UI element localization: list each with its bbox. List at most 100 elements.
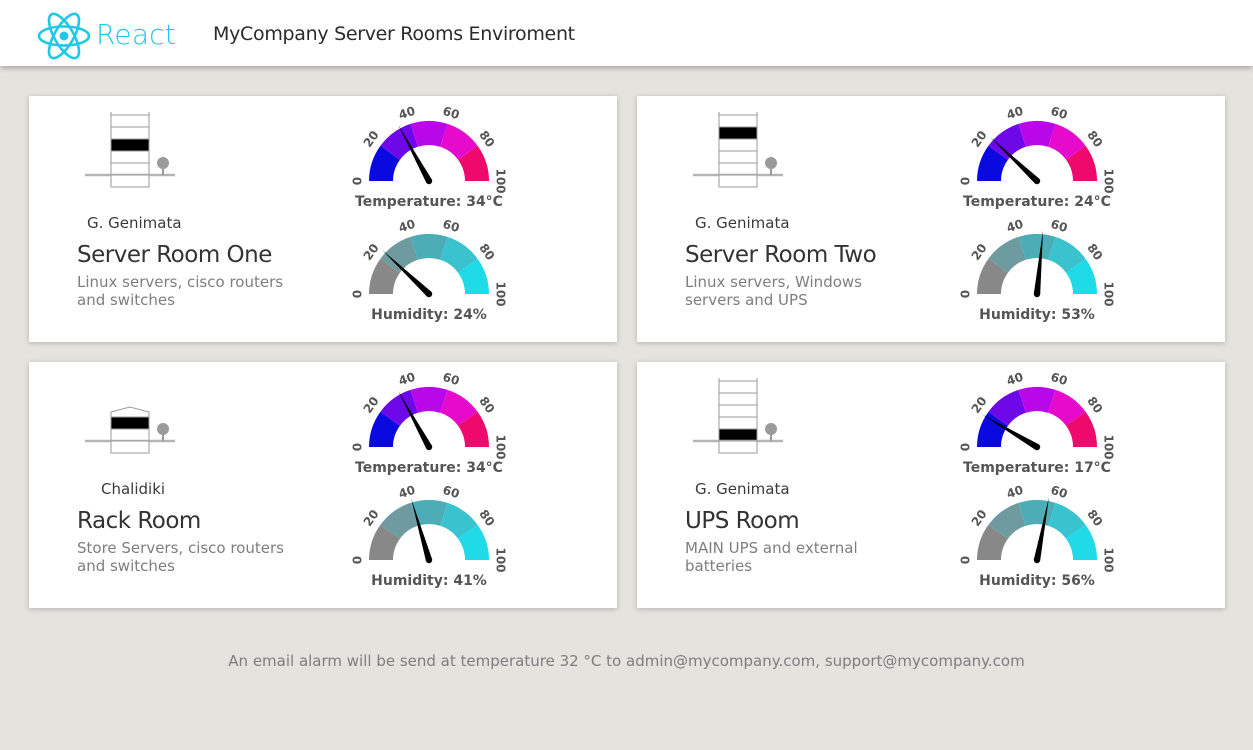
room-name: UPS Room [685, 508, 800, 534]
building-floor [110, 162, 150, 176]
building-floor [718, 138, 758, 152]
gauge-tick-label: 40 [397, 370, 417, 388]
gauge-tick-label: 0 [959, 443, 973, 451]
tree-icon [765, 423, 777, 435]
top-bar: React MyCompany Server Rooms Enviroment [0, 0, 1253, 66]
gauge-tick-label: 0 [351, 556, 365, 564]
room-location: Chalidiki [101, 480, 166, 498]
gauge-tick-label: 0 [959, 290, 973, 298]
gauge-tick-label: 60 [441, 483, 461, 501]
gauge-tick-label: 0 [351, 443, 365, 451]
gauge-tick-label: 20 [361, 128, 382, 150]
building-floor-highlighted [110, 416, 150, 430]
building-floor [718, 416, 758, 430]
gauge-tick-label: 40 [397, 104, 417, 122]
building-basement [718, 440, 758, 454]
humidity-gauge: 0 20 40 60 80 100 Humidity: 53% [957, 214, 1117, 326]
temperature-gauge: 0 20 40 60 80 100 Temperature: 34°C [349, 101, 509, 213]
temperature-gauge: 0 20 40 60 80 100 Temperature: 17°C [957, 367, 1117, 479]
room-location: G. Genimata [695, 214, 790, 232]
react-atom-icon[interactable] [37, 12, 91, 60]
room-card-ups-room: G. Genimata UPS Room MAIN UPS and extern… [637, 362, 1225, 608]
room-card-rack-room: Chalidiki Rack Room Store Servers, cisco… [29, 362, 617, 608]
gauge-tick-label: 20 [361, 507, 382, 529]
gauge-needle-hub [1033, 290, 1041, 298]
gauge-tick-label: 60 [441, 217, 461, 235]
room-location: G. Genimata [87, 214, 182, 232]
room-name: Server Room Two [685, 242, 877, 268]
building-basement [110, 440, 150, 454]
gauge-tick-label: 100 [1102, 281, 1116, 306]
gauge-tick-label: 20 [361, 394, 382, 416]
building-floor-highlighted [110, 138, 150, 152]
tree-icon [765, 157, 777, 169]
gauge-tick-label: 100 [494, 168, 508, 193]
gauge-tick-label: 20 [361, 241, 382, 263]
room-name: Rack Room [77, 508, 201, 534]
gauge-tick-label: 80 [1084, 507, 1105, 529]
gauge-needle-hub [1033, 443, 1041, 451]
gauge-needle-hub [1033, 556, 1041, 564]
building-floor [718, 380, 758, 394]
building-floor-icon [85, 112, 175, 188]
page-title: MyCompany Server Rooms Enviroment [213, 23, 575, 45]
gauge-tick-label: 100 [494, 547, 508, 572]
humidity-label: Humidity: 53% [979, 307, 1095, 323]
gauge-tick-label: 60 [1049, 104, 1069, 122]
gauge-needle-hub [425, 290, 433, 298]
gauge-tick-label: 60 [441, 370, 461, 388]
building-floor-icon [85, 406, 175, 454]
gauge-tick-label: 20 [969, 241, 990, 263]
building-floor-highlighted [718, 126, 758, 140]
logo-text[interactable]: React [96, 18, 176, 51]
temperature-gauge: 0 20 40 60 80 100 Temperature: 34°C [349, 367, 509, 479]
gauge-needle-hub [425, 443, 433, 451]
gauge-tick-label: 100 [1102, 547, 1116, 572]
gauge-tick-label: 60 [441, 104, 461, 122]
room-description: Linux servers, cisco routers and switche… [77, 273, 284, 309]
building-roof [110, 406, 150, 417]
room-description: Store Servers, cisco routers and switche… [77, 539, 284, 575]
gauge-tick-label: 60 [1049, 370, 1069, 388]
temperature-gauge: 0 20 40 60 80 100 Temperature: 24°C [957, 101, 1117, 213]
gauge-tick-label: 40 [1005, 104, 1025, 122]
humidity-label: Humidity: 56% [979, 573, 1095, 589]
building-floor [718, 150, 758, 164]
gauge-tick-label: 100 [494, 434, 508, 459]
gauge-tick-label: 0 [351, 177, 365, 185]
gauge-tick-label: 80 [476, 128, 497, 150]
humidity-gauge: 0 20 40 60 80 100 Humidity: 24% [349, 214, 509, 326]
building-floor [718, 392, 758, 406]
gauge-tick-label: 0 [959, 556, 973, 564]
building-floor [110, 428, 150, 442]
building-floor [110, 150, 150, 164]
gauge-tick-label: 80 [1084, 128, 1105, 150]
gauge-tick-label: 0 [351, 290, 365, 298]
gauge-tick-label: 40 [1005, 370, 1025, 388]
gauge-tick-label: 100 [494, 281, 508, 306]
gauge-needle-hub [425, 177, 433, 185]
gauge-needle-hub [1033, 177, 1041, 185]
room-card-server-room-one: G. Genimata Server Room One Linux server… [29, 96, 617, 342]
humidity-label: Humidity: 41% [371, 573, 487, 589]
gauge-tick-label: 80 [476, 241, 497, 263]
building-floor [718, 114, 758, 128]
gauge-tick-label: 40 [397, 217, 417, 235]
temperature-label: Temperature: 34°C [355, 194, 503, 210]
alarm-note: An email alarm will be send at temperatu… [228, 652, 1025, 670]
gauge-tick-label: 40 [397, 483, 417, 501]
building-floor [110, 126, 150, 140]
room-name: Server Room One [77, 242, 272, 268]
temperature-label: Temperature: 17°C [963, 460, 1111, 476]
gauge-tick-label: 80 [476, 507, 497, 529]
gauge-tick-label: 20 [969, 507, 990, 529]
gauge-tick-label: 80 [1084, 241, 1105, 263]
building-floor [110, 114, 150, 128]
humidity-gauge: 0 20 40 60 80 100 Humidity: 56% [957, 480, 1117, 592]
room-card-server-room-two: G. Genimata Server Room Two Linux server… [637, 96, 1225, 342]
humidity-label: Humidity: 24% [371, 307, 487, 323]
gauge-tick-label: 80 [476, 394, 497, 416]
room-location: G. Genimata [695, 480, 790, 498]
gauge-tick-label: 100 [1102, 168, 1116, 193]
building-floor-icon [693, 112, 783, 188]
